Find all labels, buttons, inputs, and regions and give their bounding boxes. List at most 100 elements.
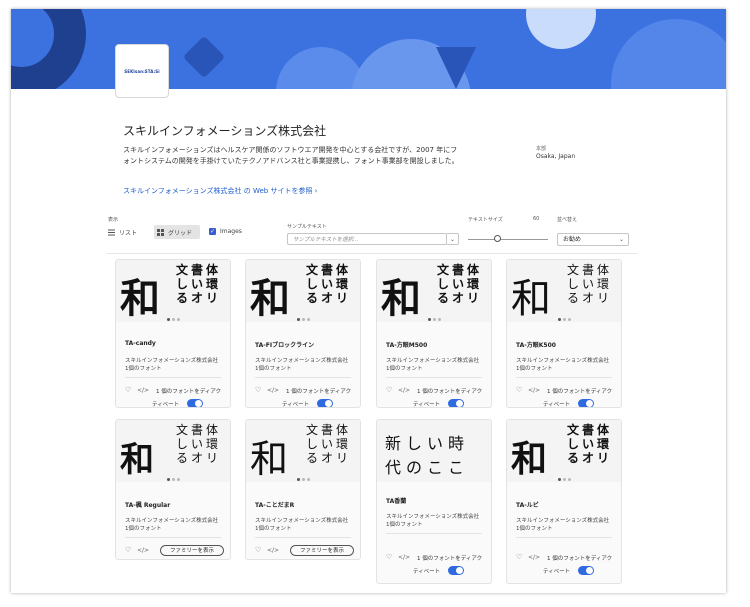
grid-icon bbox=[157, 228, 164, 236]
font-card[interactable]: 和 文しる 書いオ 体環リ TA-ことだまR スキルインフォメーションズ株式会社… bbox=[245, 419, 361, 560]
font-card[interactable]: 和 文しる 書いオ 体環リ TA-ルビ スキルインフォメーションズ株式会社 1個… bbox=[506, 419, 622, 584]
grid-view-button[interactable]: グリッド bbox=[154, 225, 200, 239]
text-size-slider[interactable] bbox=[468, 239, 548, 240]
font-name[interactable]: TA香蘭 bbox=[386, 496, 406, 505]
view-family-button[interactable]: ファミリーを表示 bbox=[160, 545, 224, 556]
preview-glyph-column: 体環リ bbox=[597, 263, 610, 305]
heart-icon[interactable]: ♡ bbox=[255, 386, 261, 394]
view-family-button[interactable]: ファミリーを表示 bbox=[290, 545, 354, 556]
sample-text-input[interactable]: サンプルテキストを選択... bbox=[287, 233, 447, 245]
sample-text-dropdown[interactable]: ⌄ bbox=[447, 233, 459, 245]
deactivate-text-cont: ティベート bbox=[282, 402, 310, 408]
font-name[interactable]: TA-方眼M500 bbox=[386, 340, 427, 349]
carousel-dots[interactable] bbox=[246, 314, 360, 321]
foundry-name: スキルインフォメーションズ株式会社 bbox=[255, 358, 349, 364]
code-icon[interactable]: </> bbox=[528, 387, 540, 394]
heart-icon[interactable]: ♡ bbox=[125, 546, 131, 554]
carousel-dots[interactable] bbox=[507, 474, 621, 481]
card-divider bbox=[125, 537, 221, 538]
preview-glyph-column: 書いオ bbox=[191, 263, 204, 305]
preview-glyph-column: 書いオ bbox=[321, 423, 334, 465]
preview-glyph-column: 体環リ bbox=[206, 263, 219, 305]
preview-glyph-column: 文しる bbox=[567, 263, 580, 305]
sort-value: お勧め bbox=[563, 236, 582, 243]
heart-icon[interactable]: ♡ bbox=[255, 546, 261, 554]
font-name[interactable]: TA-FIブロックライン bbox=[255, 340, 314, 349]
font-preview: 和 文しる 書いオ 体環リ bbox=[246, 260, 360, 322]
card-divider bbox=[386, 377, 482, 378]
code-icon[interactable]: </> bbox=[528, 554, 540, 561]
heart-icon[interactable]: ♡ bbox=[125, 386, 131, 394]
sort-label: 並べ替え bbox=[557, 217, 578, 223]
font-card[interactable]: 新しい時 代のここ TA香蘭 スキルインフォメーションズ株式会社 1個のフォント… bbox=[376, 419, 492, 584]
company-name: スキルインフォメーションズ株式会社 bbox=[123, 124, 327, 138]
foundry-name: スキルインフォメーションズ株式会社 bbox=[386, 358, 480, 364]
deactivate-text: 1 個のフォントをディアク bbox=[547, 389, 613, 395]
font-card[interactable]: 和 文しる 書いオ 体環リ TA-楓 Regular スキルインフォメーションズ… bbox=[115, 419, 231, 560]
code-icon[interactable]: </> bbox=[398, 387, 410, 394]
code-icon[interactable]: </> bbox=[137, 387, 149, 394]
font-card[interactable]: 和 文しる 書いオ 体環リ TA-candy スキルインフォメーションズ株式会社… bbox=[115, 259, 231, 408]
carousel-dots[interactable] bbox=[246, 474, 360, 481]
preview-glyph-column: 体環リ bbox=[336, 423, 349, 465]
card-divider bbox=[516, 377, 612, 378]
font-preview: 和 文しる 書いオ 体環リ bbox=[377, 260, 491, 322]
foundry-name: スキルインフォメーションズ株式会社 bbox=[255, 518, 349, 524]
carousel-dots[interactable] bbox=[116, 314, 230, 321]
activation-toggle[interactable] bbox=[578, 566, 594, 575]
font-count: 1個のフォント bbox=[125, 526, 162, 532]
carousel-dots[interactable] bbox=[377, 314, 491, 321]
code-icon[interactable]: </> bbox=[267, 387, 279, 394]
card-divider bbox=[125, 377, 221, 378]
deactivate-text: 1 個のフォントをディアク bbox=[417, 556, 483, 562]
activation-toggle[interactable] bbox=[578, 399, 594, 407]
preview-glyph-column: 文しる bbox=[306, 423, 319, 465]
heart-icon[interactable]: ♡ bbox=[386, 386, 392, 394]
activation-toggle[interactable] bbox=[448, 566, 464, 575]
images-label: Images bbox=[220, 228, 242, 235]
activation-toggle[interactable] bbox=[317, 399, 333, 407]
heart-icon[interactable]: ♡ bbox=[516, 386, 522, 394]
font-name[interactable]: TA-candy bbox=[125, 340, 156, 347]
list-view-button[interactable]: リスト bbox=[105, 225, 147, 239]
carousel-dots[interactable] bbox=[507, 314, 621, 321]
preview-glyph-column: 体環リ bbox=[206, 423, 219, 465]
location-value: Osaka, Japan bbox=[536, 153, 576, 160]
font-preview: 和 文しる 書いオ 体環リ bbox=[116, 420, 230, 482]
card-divider bbox=[386, 533, 482, 534]
sort-select[interactable]: お勧め ⌄ bbox=[557, 233, 629, 246]
font-count: 1個のフォント bbox=[516, 366, 553, 372]
font-name[interactable]: TA-方眼K500 bbox=[516, 340, 556, 349]
card-divider bbox=[255, 537, 351, 538]
preview-glyph-column: 文しる bbox=[306, 263, 319, 305]
preview-text-line: 新しい時 bbox=[385, 434, 470, 453]
page-frame: SEKIsan:STA:Si スキルインフォメーションズ株式会社 スキルインフォ… bbox=[11, 9, 726, 593]
code-icon[interactable]: </> bbox=[267, 547, 279, 554]
activation-toggle[interactable] bbox=[187, 399, 203, 407]
card-divider bbox=[255, 377, 351, 378]
font-name[interactable]: TA-ルビ bbox=[516, 500, 539, 509]
heart-icon[interactable]: ♡ bbox=[516, 553, 522, 561]
font-name[interactable]: TA-ことだまR bbox=[255, 500, 294, 509]
location-label: 本部 bbox=[536, 146, 547, 152]
banner-shape-arc bbox=[611, 19, 726, 89]
text-size-slider-thumb[interactable] bbox=[494, 235, 501, 242]
website-link[interactable]: スキルインフォメーションズ株式会社 の Web サイトを参照 › bbox=[123, 186, 317, 196]
font-card[interactable]: 和 文しる 書いオ 体環リ TA-方眼K500 スキルインフォメーションズ株式会… bbox=[506, 259, 622, 408]
preview-glyph-column: 書いオ bbox=[452, 263, 465, 305]
code-icon[interactable]: </> bbox=[398, 554, 410, 561]
foundry-name: スキルインフォメーションズ株式会社 bbox=[386, 514, 480, 520]
foundry-name: スキルインフォメーションズ株式会社 bbox=[516, 518, 610, 524]
images-checkbox[interactable]: ✓ bbox=[209, 228, 216, 235]
font-name[interactable]: TA-楓 Regular bbox=[125, 500, 170, 509]
deactivate-text-cont: ティベート bbox=[152, 402, 180, 408]
font-count: 1個のフォント bbox=[386, 522, 423, 528]
font-count: 1個のフォント bbox=[255, 366, 292, 372]
font-card[interactable]: 和 文しる 書いオ 体環リ TA-FIブロックライン スキルインフォメーションズ… bbox=[245, 259, 361, 408]
activation-toggle[interactable] bbox=[448, 399, 464, 407]
heart-icon[interactable]: ♡ bbox=[386, 553, 392, 561]
code-icon[interactable]: </> bbox=[137, 547, 149, 554]
list-view-label: リスト bbox=[119, 229, 138, 237]
carousel-dots[interactable] bbox=[116, 474, 230, 481]
font-card[interactable]: 和 文しる 書いオ 体環リ TA-方眼M500 スキルインフォメーションズ株式会… bbox=[376, 259, 492, 408]
